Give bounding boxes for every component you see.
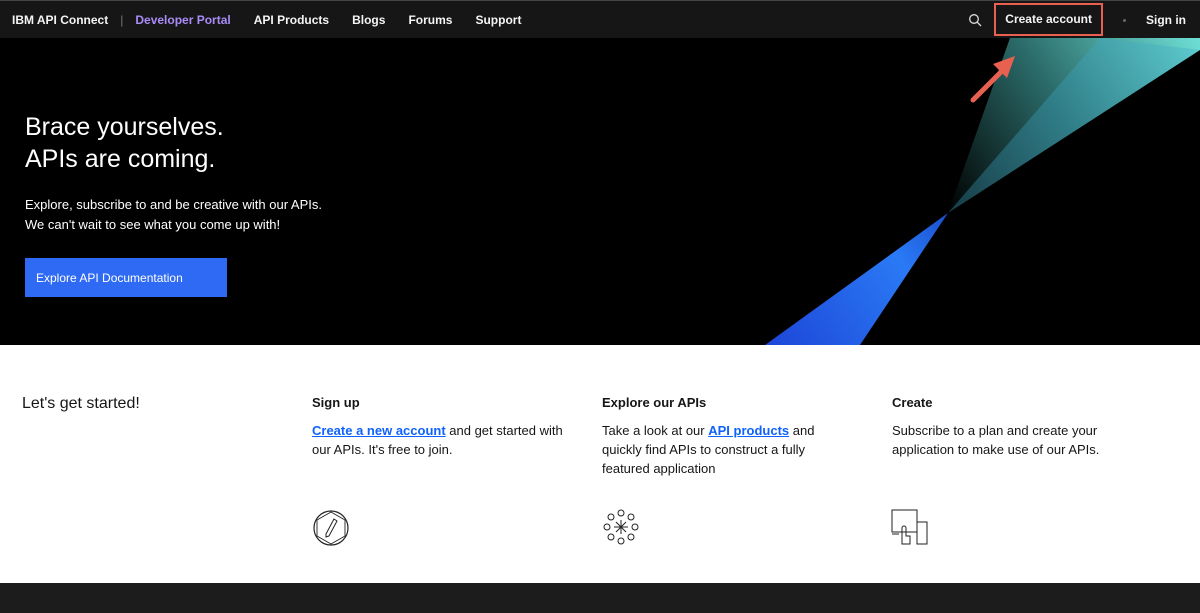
pencil-badge-icon [313,510,349,546]
touch-devices-icon [891,509,928,545]
nav-support[interactable]: Support [475,13,521,27]
top-nav: IBM API Connect | Developer Portal API P… [0,0,1200,38]
create-new-account-link[interactable]: Create a new account [312,423,446,438]
api-products-link[interactable]: API products [708,423,789,438]
card-text: Take a look at our [602,423,709,438]
api-cluster-icon [603,509,639,545]
explore-card: Explore our APIs Take a look at our API … [602,393,822,478]
nav-blogs[interactable]: Blogs [352,13,385,27]
card-title: Create [892,395,933,410]
nav-dot-divider [1123,18,1126,22]
create-card: Create Subscribe to a plan and create yo… [892,393,1112,459]
brand-separator: | [120,12,124,27]
footer [0,583,1200,613]
nav-forums[interactable]: Forums [408,13,452,27]
developer-portal-link[interactable]: Developer Portal [135,13,230,27]
nav-api-products[interactable]: API Products [254,13,329,27]
annotation-arrow-icon [970,56,1015,103]
get-started-heading: Let's get started! [22,395,140,412]
hero-title: Brace yourselves. APIs are coming. [25,111,224,175]
card-title: Sign up [312,395,360,410]
search-icon[interactable] [968,13,982,27]
hero-subtitle-line1: Explore, subscribe to and be creative wi… [25,197,322,212]
hero-subtitle-line2: We can't wait to see what you come up wi… [25,217,281,232]
signup-card: Sign up Create a new account and get sta… [312,393,567,459]
sign-in-link[interactable]: Sign in [1146,13,1186,27]
explore-api-docs-button[interactable]: Explore API Documentation [25,258,227,297]
card-title: Explore our APIs [602,395,707,410]
hero-title-line1: Brace yourselves. [25,113,224,141]
hero-subtitle: Explore, subscribe to and be creative wi… [25,195,322,235]
card-text: Subscribe to a plan and create your appl… [892,423,1100,457]
brand-name[interactable]: IBM API Connect [12,13,108,27]
create-account-button[interactable]: Create account [994,2,1103,36]
hero-title-line2: APIs are coming. [25,145,216,173]
